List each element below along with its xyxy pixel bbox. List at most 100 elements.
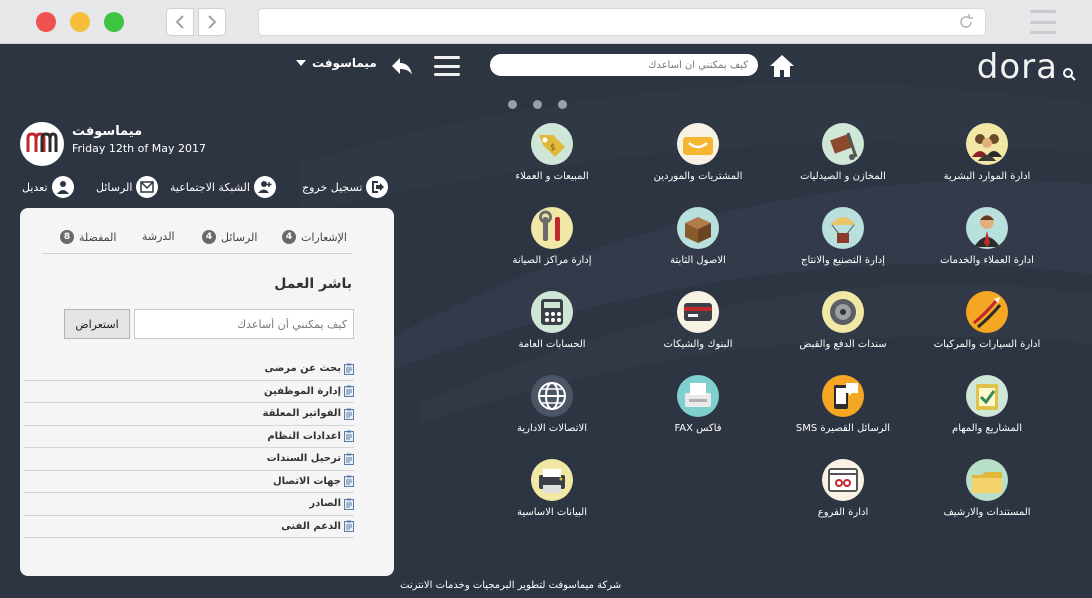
svg-text:$: $ xyxy=(550,143,556,153)
panel-title: باشر العمل xyxy=(274,276,352,292)
browser-menu-icon[interactable] xyxy=(1030,10,1056,34)
browser-forward-button[interactable] xyxy=(198,8,226,36)
list-item[interactable]: الدعم الفنى xyxy=(24,516,354,538)
module-tile[interactable]: البنوك والشيكات xyxy=(628,291,768,367)
company-dropdown[interactable]: ميماسوفت xyxy=(296,56,377,70)
link-label: الصادر xyxy=(309,498,341,510)
module-tile[interactable]: ادارة العملاء والخدمات xyxy=(917,207,1057,283)
module-tile[interactable]: الاتصالات الادارية xyxy=(482,375,622,451)
maximize-window-button[interactable] xyxy=(104,12,124,32)
chevron-left-icon xyxy=(175,15,184,29)
tab-label: الإشعارات xyxy=(301,230,347,244)
module-tile[interactable]: ادارة الموارد البشرية xyxy=(917,123,1057,199)
list-item[interactable]: إدارة الموظفين xyxy=(24,381,354,403)
browser-back-button[interactable] xyxy=(166,8,194,36)
page-dot[interactable] xyxy=(508,100,517,109)
chevron-right-icon xyxy=(208,15,217,29)
messages-button[interactable]: الرسائل xyxy=(96,176,159,198)
module-tile[interactable]: المشاريع والمهام xyxy=(917,375,1057,451)
logout-label: تسجيل خروج xyxy=(302,180,363,194)
social-network-button[interactable]: الشبكة الاجتماعية xyxy=(170,176,276,198)
module-label: ادارة الموارد البشرية xyxy=(943,171,1031,182)
profile-name: ميماسوفت xyxy=(72,124,143,139)
edit-profile-button[interactable]: تعديل xyxy=(22,176,74,198)
module-label: إدارة التصنيع والانتاج xyxy=(801,255,885,266)
page-dot[interactable] xyxy=(533,100,542,109)
avatar[interactable] xyxy=(20,122,64,166)
tab-label: الرسائل xyxy=(221,230,258,244)
link-label: ترحيل السندات xyxy=(266,453,341,465)
module-tile[interactable]: الاصول الثابتة xyxy=(628,207,768,283)
panel-search-input[interactable] xyxy=(134,309,354,339)
module-label: الاصول الثابتة xyxy=(670,255,726,266)
module-tile[interactable]: ادارة الفروع xyxy=(773,459,913,535)
reply-back-icon[interactable] xyxy=(390,56,414,76)
globe-icon xyxy=(531,375,573,417)
logout-button[interactable]: تسجيل خروج xyxy=(302,176,389,198)
tools-icon xyxy=(531,207,573,249)
module-label: المبيعات و العملاء xyxy=(515,171,589,182)
close-window-button[interactable] xyxy=(36,12,56,32)
list-item[interactable]: الصادر xyxy=(24,493,354,516)
module-tile[interactable]: سندات الدفع والقبض xyxy=(773,291,913,367)
list-item[interactable]: الفواتير المعلقة xyxy=(24,403,354,426)
app-menu-icon[interactable] xyxy=(434,56,460,76)
list-item[interactable]: جهات الاتصال xyxy=(24,471,354,493)
address-bar[interactable] xyxy=(258,8,986,36)
list-item[interactable]: بحث عن مرضى xyxy=(24,358,354,381)
reload-icon[interactable] xyxy=(957,13,975,31)
tab-messages[interactable]: الرسائل 4 xyxy=(202,230,257,244)
module-label: المشاريع والمهام xyxy=(952,423,1022,434)
module-label: المستندات والارشيف xyxy=(943,507,1031,518)
tab-label: الدرشة xyxy=(142,230,175,243)
clipboard-icon xyxy=(344,498,354,510)
module-tile[interactable]: إدارة التصنيع والانتاج xyxy=(773,207,913,283)
link-label: جهات الاتصال xyxy=(272,475,341,487)
page-dot[interactable] xyxy=(558,100,567,109)
browse-button[interactable]: استعراض xyxy=(64,309,130,339)
module-tile[interactable]: المشتريات والموردين xyxy=(628,123,768,199)
minimize-window-button[interactable] xyxy=(70,12,90,32)
module-tile[interactable]: الحسابات العامة xyxy=(482,291,622,367)
module-label: ادارة السيارات والمركبات xyxy=(933,339,1041,350)
folder-icon xyxy=(966,459,1008,501)
price-tag-icon: $ xyxy=(531,123,573,165)
list-item[interactable]: اعدادات النظام xyxy=(24,426,354,448)
module-tile[interactable]: $ المبيعات و العملاء xyxy=(482,123,622,199)
work-panel: الإشعارات 4 الرسائل 4 الدرشة المفضلة 8 ب… xyxy=(20,208,394,576)
edit-profile-label: تعديل xyxy=(22,180,48,194)
profile-actions: تسجيل خروج الشبكة الاجتماعية الرسائل تعد… xyxy=(20,176,392,200)
checklist-icon xyxy=(966,375,1008,417)
module-tile[interactable]: المستندات والارشيف xyxy=(917,459,1057,535)
home-icon[interactable] xyxy=(768,53,796,79)
company-logo-icon xyxy=(23,125,61,163)
top-search-input[interactable] xyxy=(490,54,758,76)
logo-text: dora xyxy=(976,47,1058,87)
add-user-icon xyxy=(253,176,276,198)
count-badge: 4 xyxy=(202,230,216,244)
module-tile[interactable]: فاكس FAX xyxy=(628,375,768,451)
module-tile[interactable]: إدارة مراكز الصيانة xyxy=(482,207,622,283)
logo[interactable]: dora xyxy=(977,50,1076,84)
module-label: إدارة مراكز الصيانة xyxy=(512,255,592,266)
clipboard-icon xyxy=(344,408,354,420)
list-item[interactable]: ترحيل السندات xyxy=(24,448,354,471)
tab-favorites[interactable]: المفضلة 8 xyxy=(60,230,116,244)
vault-dial-icon xyxy=(822,291,864,333)
logout-icon xyxy=(366,176,389,198)
tab-chat[interactable]: الدرشة xyxy=(142,230,175,243)
people-icon xyxy=(966,123,1008,165)
fax-icon xyxy=(677,375,719,417)
module-tile[interactable]: المخازن و الصيدليات xyxy=(773,123,913,199)
module-label: المشتريات والموردين xyxy=(653,171,743,182)
module-label: سندات الدفع والقبض xyxy=(799,339,887,350)
module-tile[interactable]: ادارة السيارات والمركبات xyxy=(917,291,1057,367)
module-label: البنوك والشيكات xyxy=(663,339,733,350)
shopping-basket-icon xyxy=(677,123,719,165)
count-badge: 8 xyxy=(60,230,74,244)
clipboard-icon xyxy=(344,475,354,488)
module-tile[interactable]: الرسائل القصيرة SMS xyxy=(773,375,913,451)
module-label: الحسابات العامة xyxy=(518,339,586,350)
tab-notifications[interactable]: الإشعارات 4 xyxy=(282,230,347,244)
module-tile[interactable]: البيانات الاساسية xyxy=(482,459,622,535)
